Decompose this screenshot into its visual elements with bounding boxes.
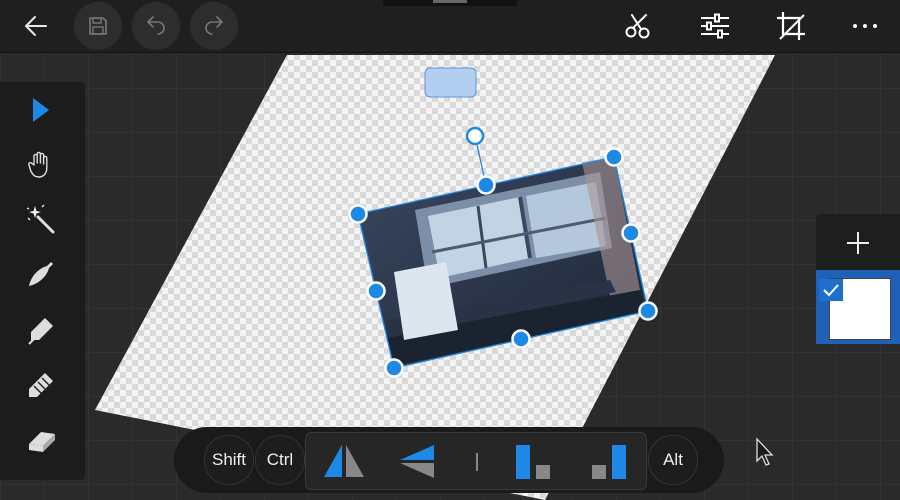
handle-top-mid[interactable] bbox=[476, 175, 496, 195]
sliders-icon bbox=[701, 13, 729, 39]
tool-select[interactable] bbox=[21, 90, 61, 130]
redo-button[interactable] bbox=[190, 2, 238, 50]
canvas-area[interactable] bbox=[0, 0, 900, 500]
magic-wand-icon bbox=[26, 204, 55, 234]
alt-label: Alt bbox=[663, 450, 683, 469]
alt-button[interactable]: Alt bbox=[648, 435, 698, 485]
save-icon bbox=[89, 17, 107, 35]
tool-marker[interactable] bbox=[21, 310, 61, 350]
select-arrow-icon bbox=[33, 98, 49, 122]
crop-icon bbox=[777, 12, 805, 40]
eraser-icon bbox=[29, 432, 55, 452]
handle-bottom-right[interactable] bbox=[638, 301, 658, 321]
ctrl-label: Ctrl bbox=[266, 450, 294, 469]
rotate-handle[interactable] bbox=[465, 126, 485, 146]
handle-mid-left[interactable] bbox=[366, 281, 386, 301]
selection-tag bbox=[424, 67, 477, 98]
tool-sidebar bbox=[0, 82, 85, 480]
redo-icon bbox=[205, 16, 223, 35]
handle-top-right[interactable] bbox=[604, 147, 624, 167]
alignment-group bbox=[305, 432, 647, 490]
mouse-cursor-icon bbox=[756, 437, 774, 466]
more-icon bbox=[853, 24, 877, 28]
crop-button[interactable] bbox=[771, 6, 811, 46]
handle-bottom-mid[interactable] bbox=[511, 329, 531, 349]
tool-pencil[interactable] bbox=[21, 365, 61, 405]
handle-bottom-left[interactable] bbox=[384, 358, 404, 378]
shift-label: Shift bbox=[211, 450, 247, 469]
layers-panel bbox=[816, 214, 900, 344]
back-arrow-icon bbox=[25, 16, 47, 36]
align-bottom-left-icon[interactable] bbox=[512, 443, 552, 481]
shift-button[interactable]: Shift bbox=[204, 435, 254, 485]
layer-visible-checkbox[interactable] bbox=[819, 279, 843, 301]
back-button[interactable] bbox=[16, 6, 56, 46]
brush-icon bbox=[29, 262, 53, 286]
window-notch bbox=[383, 0, 517, 6]
handle-mid-right[interactable] bbox=[621, 223, 641, 243]
flip-vertical-icon[interactable] bbox=[398, 443, 436, 479]
layer-item-1[interactable] bbox=[816, 270, 900, 344]
tool-eraser[interactable] bbox=[21, 420, 61, 460]
marker-icon bbox=[28, 318, 53, 345]
tool-brush[interactable] bbox=[21, 254, 61, 294]
adjust-button[interactable] bbox=[695, 6, 735, 46]
undo-icon bbox=[147, 16, 165, 35]
pencil-icon bbox=[29, 373, 53, 397]
scissors-icon bbox=[625, 14, 650, 39]
add-layer-icon[interactable] bbox=[843, 228, 873, 258]
top-toolbar bbox=[0, 0, 900, 53]
checkmark-icon bbox=[823, 284, 839, 297]
ctrl-button[interactable]: Ctrl bbox=[255, 435, 305, 485]
hand-icon bbox=[28, 151, 48, 178]
tool-magic-wand[interactable] bbox=[21, 200, 61, 240]
separator bbox=[476, 453, 478, 471]
save-button[interactable] bbox=[74, 2, 122, 50]
align-bottom-right-icon[interactable] bbox=[588, 443, 628, 481]
flip-horizontal-icon[interactable] bbox=[322, 443, 366, 479]
cut-button[interactable] bbox=[618, 6, 658, 46]
undo-button[interactable] bbox=[132, 2, 180, 50]
more-button[interactable] bbox=[845, 6, 885, 46]
tool-hand[interactable] bbox=[21, 144, 61, 184]
handle-top-left[interactable] bbox=[348, 204, 368, 224]
modifier-bar: Shift Ctrl Alt bbox=[174, 427, 724, 493]
